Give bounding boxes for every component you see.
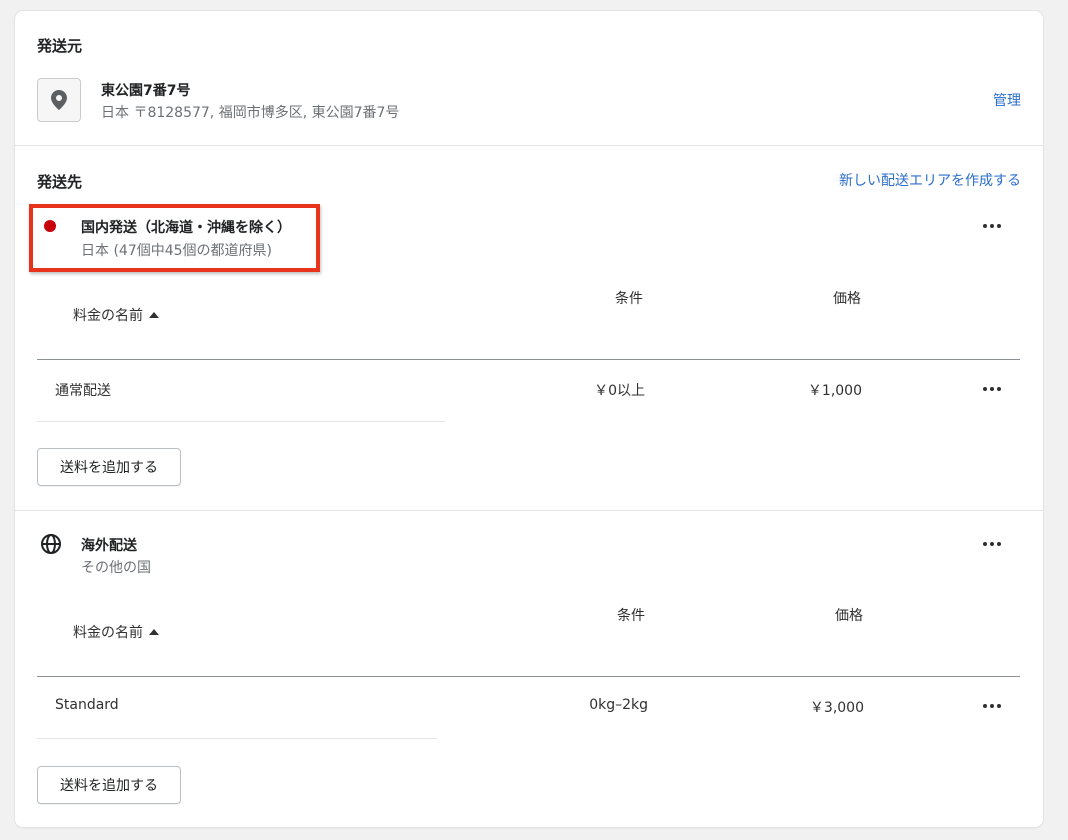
zone-more-actions-button[interactable] [980, 536, 1004, 552]
rate-name-cell: Standard [55, 697, 119, 713]
price-column-header: 価格 [835, 608, 863, 624]
shipping-card: 発送元 東公園7番7号 日本 〒8128577, 福岡市博多区, 東公園7番7号… [15, 11, 1043, 827]
condition-column-header: 条件 [615, 291, 643, 307]
rate-name-column-header[interactable]: 料金の名前 [73, 305, 159, 325]
sort-ascending-icon [149, 312, 159, 318]
zone-more-actions-button[interactable] [980, 218, 1004, 234]
rate-condition-cell: ￥0以上 [594, 383, 645, 399]
sort-ascending-icon [149, 629, 159, 635]
zone-divider [15, 510, 1043, 511]
row-divider [37, 738, 437, 739]
rate-price-cell: ￥3,000 [809, 700, 864, 716]
rate-name-header-label: 料金の名前 [73, 625, 143, 641]
annotation-highlight-box [29, 204, 320, 272]
create-zone-link[interactable]: 新しい配送エリアを作成する [839, 170, 1021, 190]
zone-indicator-dot [44, 220, 56, 232]
add-rate-button[interactable]: 送料を追加する [37, 448, 181, 486]
globe-icon [41, 534, 61, 554]
zone-subtitle: 日本 (47個中45個の都道府県) [81, 243, 273, 259]
rate-name-cell: 通常配送 [55, 383, 111, 399]
rate-price-cell: ￥1,000 [807, 383, 862, 399]
location-icon-box [37, 78, 81, 122]
rate-condition-cell: 0kg–2kg [589, 697, 648, 713]
location-pin-icon [51, 90, 67, 110]
add-rate-button[interactable]: 送料を追加する [37, 766, 181, 804]
destinations-heading: 発送先 [37, 173, 83, 191]
location-address: 日本 〒8128577, 福岡市博多区, 東公園7番7号 [101, 105, 400, 121]
rate-more-actions-button[interactable] [980, 381, 1004, 397]
zone-name: 海外配送 [81, 538, 137, 554]
table-header-divider [37, 359, 1020, 360]
rate-more-actions-button[interactable] [980, 698, 1004, 714]
row-divider [37, 421, 445, 422]
condition-column-header: 条件 [617, 608, 645, 624]
price-column-header: 価格 [833, 291, 861, 307]
table-header-divider [37, 676, 1020, 677]
rate-name-header-label: 料金の名前 [73, 308, 143, 324]
zone-subtitle: その他の国 [81, 560, 151, 576]
location-name: 東公園7番7号 [101, 83, 191, 99]
origin-heading: 発送元 [37, 37, 83, 55]
manage-link[interactable]: 管理 [993, 90, 1021, 110]
section-divider [15, 145, 1043, 146]
zone-name: 国内発送（北海道・沖縄を除く） [81, 220, 291, 236]
rate-name-column-header[interactable]: 料金の名前 [73, 622, 159, 642]
